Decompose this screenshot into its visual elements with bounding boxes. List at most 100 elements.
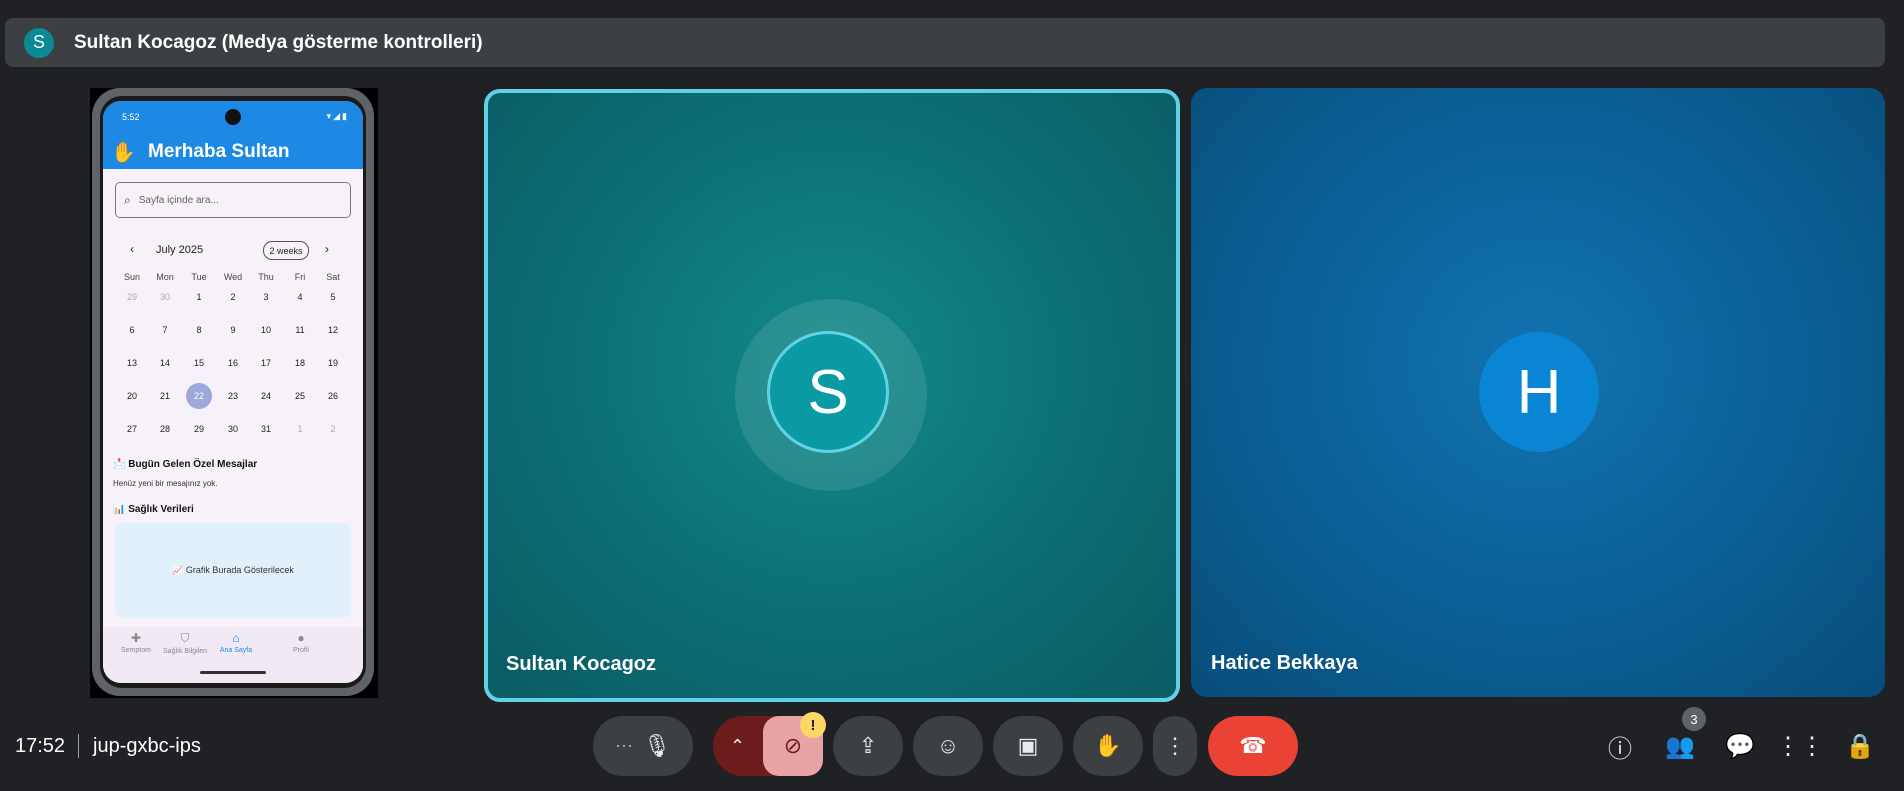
calendar-day[interactable]: 15 [186, 350, 212, 376]
status-icons: ▾◢▮ [326, 111, 349, 121]
calendar-day[interactable]: 5 [320, 284, 346, 310]
calendar-day[interactable]: 8 [186, 317, 212, 343]
chart-placeholder: 📈 Grafik Burada Gösterilecek [115, 523, 351, 618]
calendar-day[interactable]: 27 [119, 416, 145, 442]
participant-name: Sultan Kocagoz [506, 653, 657, 675]
calendar-day[interactable]: 12 [320, 317, 346, 343]
present-icon: ⇪ [858, 733, 878, 758]
app-bar: ✋ Merhaba Sultan [103, 133, 363, 169]
captions-icon: ▣ [1017, 733, 1039, 758]
calendar-weekday: Sat [326, 272, 340, 282]
calendar-day[interactable]: 2 [220, 284, 246, 310]
hang-up-icon: ☎ [1239, 733, 1267, 758]
calendar-day[interactable]: 25 [287, 383, 313, 409]
nav-item-profile[interactable]: ● Profil [271, 631, 331, 654]
calendar-day[interactable]: 30 [220, 416, 246, 442]
warning-icon: ! [800, 712, 826, 738]
presentation-bar: S Sultan Kocagoz (Medya gösterme kontrol… [5, 18, 1885, 67]
present-screen-button[interactable]: ⇪ [833, 716, 903, 776]
info-icon: ⓘ [1608, 735, 1632, 763]
audio-controls: ⋯ 🎙 [593, 716, 693, 776]
home-icon: ⌂ [232, 631, 240, 645]
calendar-day[interactable]: 29 [186, 416, 212, 442]
nav-item-home[interactable]: ⌂ Ana Sayfa [206, 631, 266, 654]
chevron-left-icon[interactable]: ‹ [130, 242, 134, 256]
status-bar: 5:52 ▾◢▮ [103, 101, 363, 133]
meeting-info-button[interactable]: ⓘ [1600, 726, 1640, 766]
apps-grid-icon: ⋮⋮ [1776, 732, 1824, 760]
calendar-day[interactable]: 11 [287, 317, 313, 343]
profile-icon: ● [297, 631, 305, 645]
chevron-up-icon[interactable]: ⌃ [730, 736, 745, 757]
emoji-icon: ☺ [936, 733, 960, 758]
activities-button[interactable]: ⋮⋮ [1776, 726, 1824, 766]
messages-title: 📩 Bugün Gelen Özel Mesajlar [113, 459, 258, 470]
participant-avatar: S [767, 331, 889, 453]
calendar-day[interactable]: 7 [152, 317, 178, 343]
calendar-month: July 2025 [156, 244, 204, 256]
meeting-code: jup-gxbc-ips [93, 735, 201, 757]
more-options-button[interactable]: ⋮ [1153, 716, 1197, 776]
calendar-day[interactable]: 22 [186, 383, 212, 409]
calendar-day[interactable]: 1 [287, 416, 313, 442]
calendar-day[interactable]: 9 [220, 317, 246, 343]
calendar-weekday: Thu [258, 272, 274, 282]
camera-cutout [225, 109, 241, 125]
more-vert-icon: ⋮ [1164, 733, 1186, 758]
health-title: 📊 Sağlık Verileri [113, 504, 194, 515]
page-search-input[interactable]: ⌕ Sayfa içinde ara... [115, 182, 351, 218]
participant-tile-hatice[interactable]: H Hatice Bekkaya [1191, 88, 1885, 697]
status-time: 5:52 [122, 112, 140, 122]
nav-label: Ana Sayfa [219, 647, 253, 654]
search-placeholder: Sayfa içinde ara... [138, 194, 219, 206]
nav-label: Semptom [121, 647, 151, 654]
participant-name: Hatice Bekkaya [1211, 652, 1358, 674]
calendar-day[interactable]: 14 [152, 350, 178, 376]
calendar-day[interactable]: 10 [253, 317, 279, 343]
calendar-day[interactable]: 20 [119, 383, 145, 409]
presentation-title[interactable]: Sultan Kocagoz (Medya gösterme kontrolle… [74, 32, 483, 54]
raise-hand-button[interactable]: ✋ [1073, 716, 1143, 776]
clock: 17:52 [15, 735, 66, 757]
calendar-day[interactable]: 28 [152, 416, 178, 442]
calendar-header: ‹ July 2025 2 weeks › [103, 241, 363, 261]
calendar-day[interactable]: 21 [152, 383, 178, 409]
calendar-day[interactable]: 16 [220, 350, 246, 376]
calendar-weekday: Tue [191, 272, 207, 282]
calendar-day[interactable]: 13 [119, 350, 145, 376]
hand-icon: ✋ [1094, 733, 1122, 758]
calendar-day[interactable]: 29 [119, 284, 145, 310]
calendar-day[interactable]: 19 [320, 350, 346, 376]
calendar-day[interactable]: 18 [287, 350, 313, 376]
calendar-day[interactable]: 4 [287, 284, 313, 310]
calendar-day[interactable]: 17 [253, 350, 279, 376]
calendar-day[interactable]: 1 [186, 284, 212, 310]
more-dots-icon[interactable]: ⋯ [615, 736, 633, 757]
calendar-day[interactable]: 26 [320, 383, 346, 409]
end-call-button[interactable]: ☎ [1208, 716, 1298, 776]
calendar-range-button[interactable]: 2 weeks [263, 241, 309, 260]
calendar-day[interactable]: 31 [253, 416, 279, 442]
calendar-day[interactable]: 23 [220, 383, 246, 409]
calendar-day[interactable]: 24 [253, 383, 279, 409]
calendar-day[interactable]: 2 [320, 416, 346, 442]
reactions-button[interactable]: ☺ [913, 716, 983, 776]
chat-icon: 💬 [1725, 732, 1755, 760]
calendar-weekday: Mon [156, 272, 174, 282]
calendar-day[interactable]: 6 [119, 317, 145, 343]
search-icon: ⌕ [124, 192, 131, 207]
chevron-right-icon[interactable]: › [325, 242, 329, 256]
messages-text: Henüz yeni bir mesajınız yok. [113, 479, 218, 488]
nav-label: Sağlık Bilgileri [163, 648, 207, 655]
calendar-weekday: Sun [123, 272, 140, 282]
host-controls-button[interactable]: 🔒 [1840, 726, 1880, 766]
participant-tile-sultan[interactable]: S Sultan Kocagoz [484, 89, 1180, 702]
calendar-weekday: Fri [294, 272, 306, 282]
calendar-day[interactable]: 30 [152, 284, 178, 310]
people-button[interactable]: 👥 [1660, 726, 1700, 766]
captions-button[interactable]: ▣ [993, 716, 1063, 776]
chat-button[interactable]: 💬 [1720, 726, 1760, 766]
microphone-icon[interactable]: 🎙 [635, 724, 679, 768]
calendar-day[interactable]: 3 [253, 284, 279, 310]
divider [78, 734, 79, 758]
